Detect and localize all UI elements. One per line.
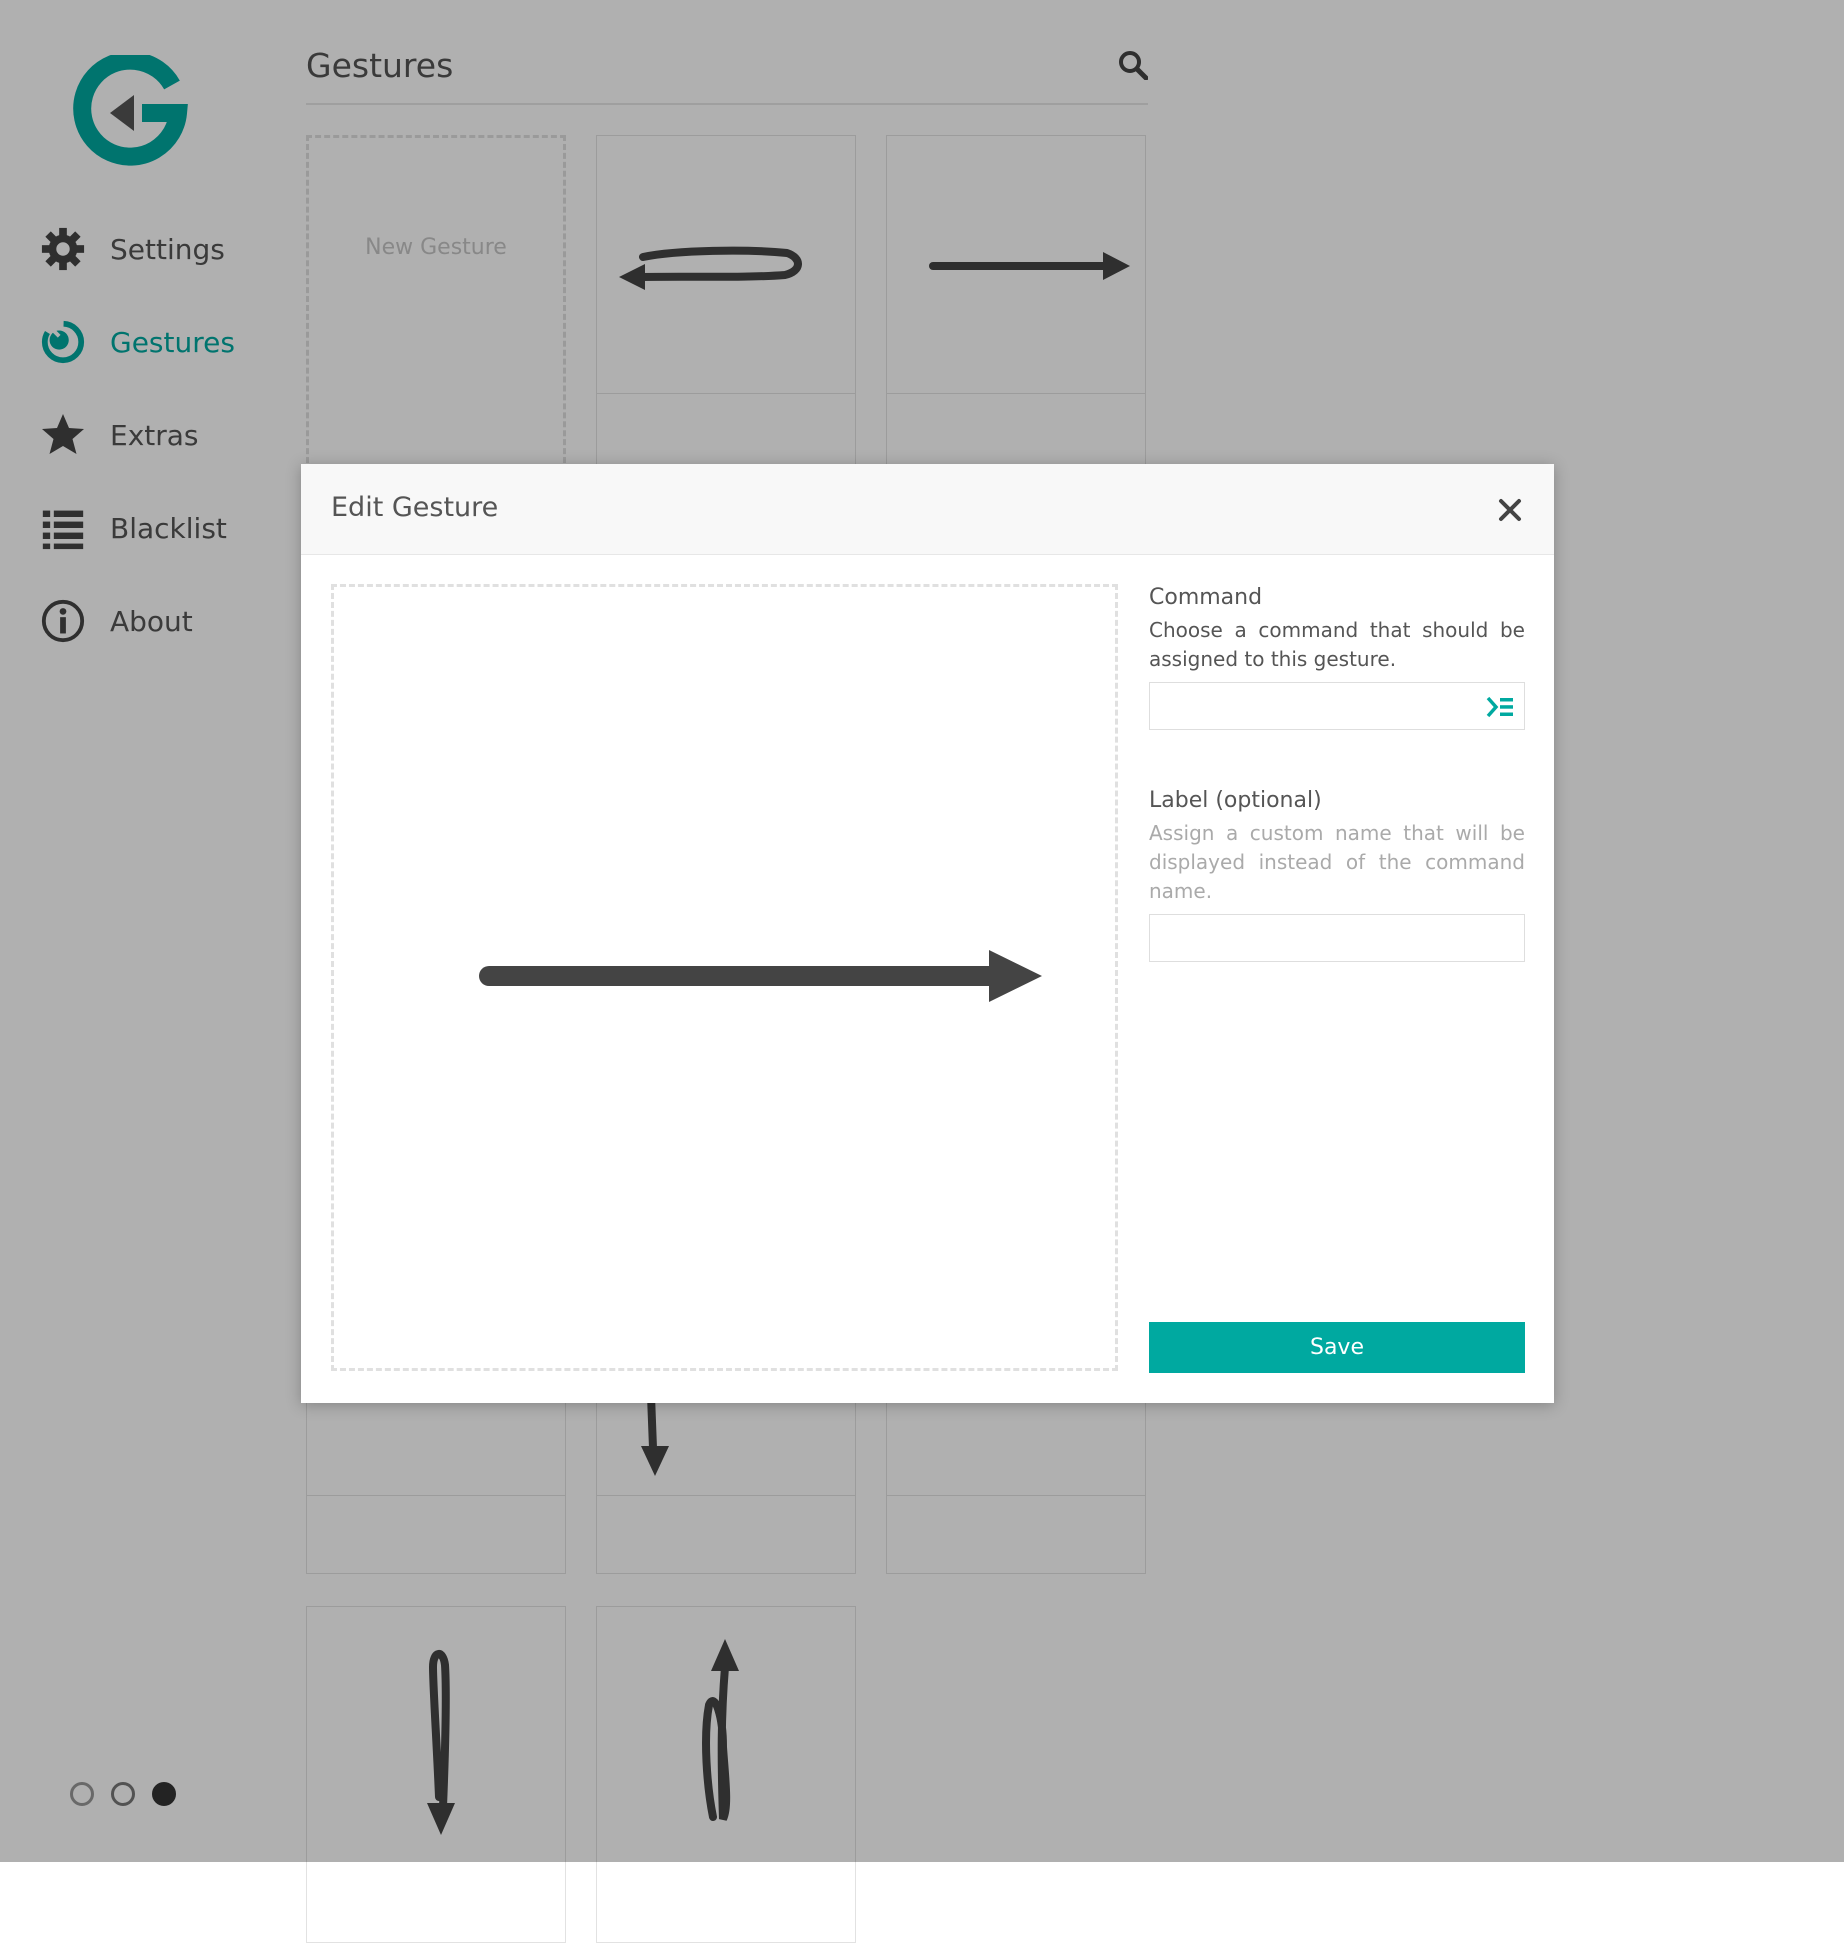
command-title: Command	[1149, 585, 1263, 610]
close-icon[interactable]	[1498, 498, 1522, 522]
command-select[interactable]	[1149, 682, 1525, 730]
label-field-group: Label (optional) Assign a custom name th…	[1149, 787, 1525, 962]
gesture-stroke-icon	[479, 950, 1042, 1002]
gesture-settings-panel: Command Choose a command that should be …	[1149, 584, 1525, 962]
modal-header: Edit Gesture	[301, 464, 1554, 555]
save-button[interactable]: Save	[1149, 1322, 1525, 1373]
modal-title: Edit Gesture	[331, 492, 499, 523]
command-input[interactable]	[1150, 683, 1524, 729]
label-description: Assign a custom name that will be displa…	[1149, 821, 1525, 903]
command-description: Choose a command that should be assigned…	[1149, 618, 1525, 671]
label-title: Label (optional)	[1149, 788, 1322, 813]
edit-gesture-dialog: Edit Gesture Command Choose a command th…	[301, 464, 1554, 1403]
label-input-box[interactable]	[1149, 914, 1525, 962]
gesture-drawing-canvas[interactable]	[331, 584, 1118, 1371]
label-input[interactable]	[1150, 915, 1524, 961]
command-select-icon[interactable]	[1486, 695, 1514, 719]
